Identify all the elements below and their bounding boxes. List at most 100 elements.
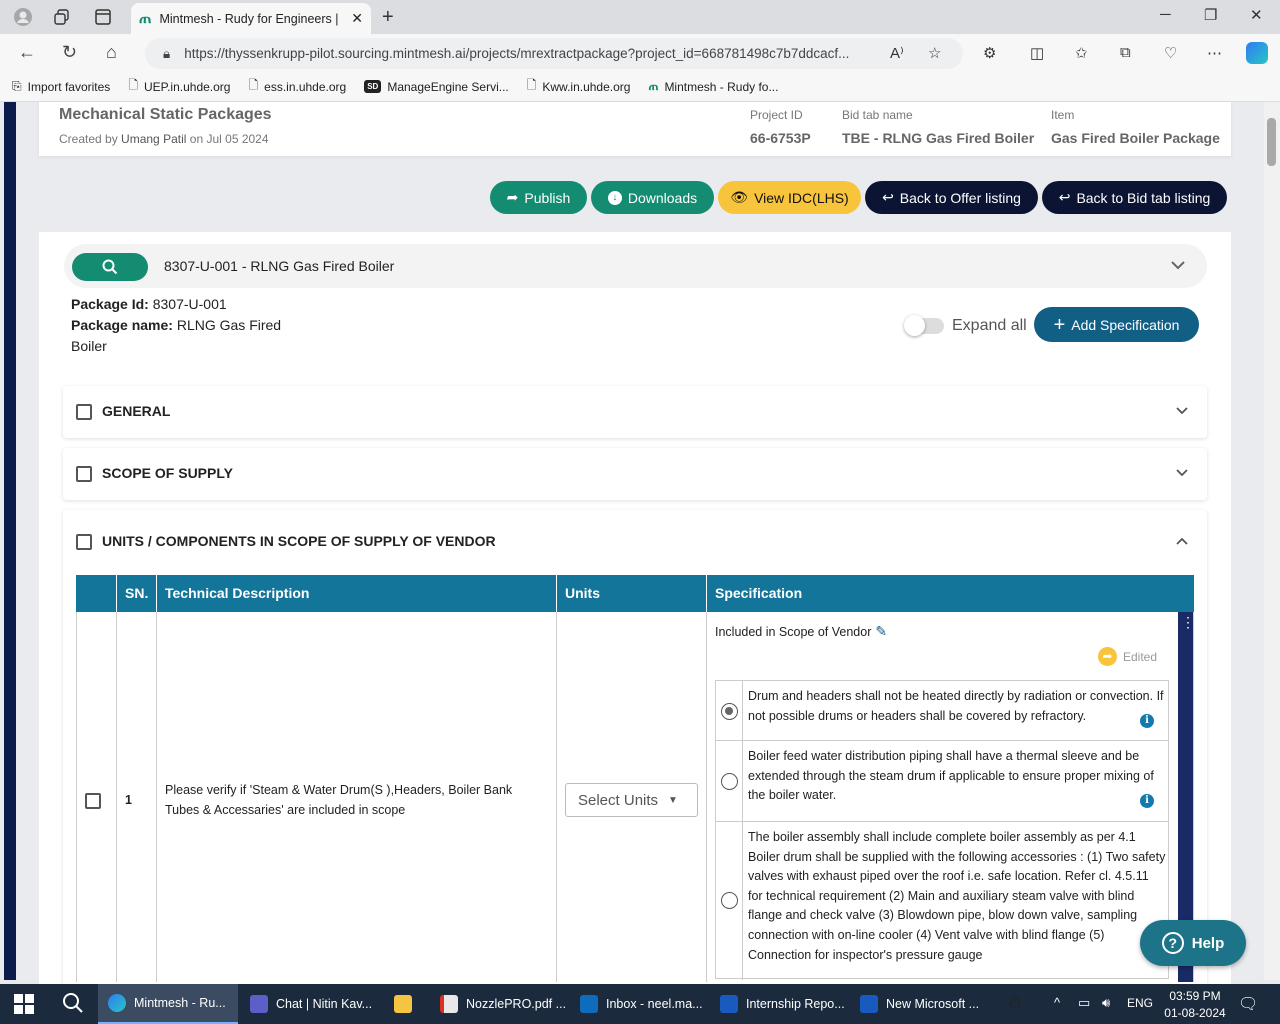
lock-icon[interactable]: 🔒︎ xyxy=(163,46,170,62)
pdf-icon xyxy=(440,995,458,1013)
close-window-icon[interactable]: ✕ xyxy=(1250,6,1263,24)
favorite-manageengine[interactable]: SD ManageEngine Servi... xyxy=(364,80,509,94)
sd-icon: SD xyxy=(364,80,382,93)
language-indicator[interactable]: ENG xyxy=(1127,996,1153,1010)
clock[interactable]: 03:59 PM 01-08-2024 xyxy=(1160,988,1230,1022)
kebab-menu-icon[interactable]: ⋮ xyxy=(1181,615,1195,629)
favorites-icon[interactable]: ✩ xyxy=(1075,44,1088,62)
spec-option-3[interactable]: The boiler assembly shall include comple… xyxy=(715,821,1169,980)
scrollbar-thumb[interactable] xyxy=(1267,118,1276,166)
teams-icon xyxy=(250,995,268,1013)
info-icon[interactable]: i xyxy=(1140,714,1154,728)
minimize-icon[interactable]: ─ xyxy=(1160,6,1171,23)
spec-option-1[interactable]: Drum and headers shall not be heated dir… xyxy=(715,680,1169,742)
split-screen-icon[interactable]: ◫ xyxy=(1030,44,1044,62)
notifications-icon[interactable]: 🗨︎ xyxy=(1238,994,1258,1014)
favorite-ess[interactable]: 🗋 ess.in.uhde.org xyxy=(248,76,346,97)
chevron-down-icon[interactable] xyxy=(1175,466,1189,483)
copilot-icon[interactable] xyxy=(1246,42,1268,64)
divider xyxy=(116,575,117,612)
address-bar[interactable]: 🔒︎ https://thyssenkrupp-pilot.sourcing.m… xyxy=(145,38,963,69)
publish-button[interactable]: ➦ Publish xyxy=(490,181,587,214)
page-icon: 🗋 xyxy=(526,78,537,92)
taskbar-app-edge[interactable]: Mintmesh - Ru... xyxy=(98,984,238,1024)
favorite-uep[interactable]: 🗋 UEP.in.uhde.org xyxy=(128,76,230,97)
chevron-down-icon[interactable] xyxy=(1170,257,1186,276)
section-scope-of-supply[interactable]: SCOPE OF SUPPLY xyxy=(63,448,1207,500)
spec-radio[interactable] xyxy=(721,892,738,909)
extensions-icon[interactable]: ⚙ xyxy=(983,44,996,62)
share-arrow-icon: ➦ xyxy=(506,189,519,205)
edited-badge: ➦ Edited xyxy=(1098,647,1157,666)
help-button[interactable]: ? Help xyxy=(1140,920,1246,966)
units-select[interactable]: Select Units ▼ xyxy=(565,783,698,817)
mintmesh-favicon-icon: ጠ xyxy=(139,10,152,27)
taskbar-app-explorer[interactable] xyxy=(384,984,429,1024)
windows-start-icon[interactable] xyxy=(14,994,34,1017)
outlook-icon xyxy=(580,995,598,1013)
reply-arrow-icon: ↩ xyxy=(882,189,894,205)
row-sn: 1 xyxy=(125,793,132,807)
folder-icon xyxy=(394,995,412,1013)
collections-icon[interactable]: ⧉ xyxy=(1120,44,1131,61)
favorite-mintmesh[interactable]: ጠ Mintmesh - Rudy fo... xyxy=(648,79,778,94)
edit-pencil-icon[interactable]: ✎ xyxy=(875,623,887,640)
refresh-icon[interactable]: ↻ xyxy=(62,42,77,63)
show-hidden-icons-icon[interactable]: ^ xyxy=(1054,995,1060,1010)
view-idc-button[interactable]: 👁︎ View IDC(LHS) xyxy=(718,181,861,214)
taskbar-app-pdf[interactable]: NozzlePRO.pdf ... xyxy=(430,984,570,1024)
selected-package[interactable]: 8307-U-001 - RLNG Gas Fired Boiler xyxy=(164,258,394,274)
info-icon[interactable]: i xyxy=(1140,794,1154,808)
profile-icon[interactable] xyxy=(10,5,36,29)
section-checkbox[interactable] xyxy=(76,534,92,550)
taskbar-app-outlook[interactable]: Inbox - neel.ma... xyxy=(570,984,710,1024)
add-specification-button[interactable]: + Add Specification xyxy=(1034,307,1199,342)
back-to-offer-button[interactable]: ↩ Back to Offer listing xyxy=(865,181,1038,214)
search-button[interactable] xyxy=(72,253,148,281)
tab-actions-icon[interactable] xyxy=(90,5,116,29)
home-icon[interactable]: ⌂ xyxy=(106,42,117,63)
close-tab-icon[interactable]: ✕ xyxy=(351,10,363,27)
row-description: Please verify if 'Steam & Water Drum(S )… xyxy=(165,783,513,817)
section-checkbox[interactable] xyxy=(76,404,92,420)
section-checkbox[interactable] xyxy=(76,466,92,482)
divider xyxy=(156,612,157,982)
read-aloud-icon[interactable]: A⁾ xyxy=(890,44,904,62)
search-icon[interactable] xyxy=(62,992,84,1017)
url-text[interactable]: https://thyssenkrupp-pilot.sourcing.mint… xyxy=(184,46,884,61)
spec-radio[interactable] xyxy=(721,773,738,790)
spec-radio-selected[interactable] xyxy=(721,703,738,720)
word-icon xyxy=(860,995,878,1013)
weather-icon[interactable]: 🔥︎ xyxy=(1008,992,1021,1013)
row-checkbox[interactable] xyxy=(85,793,101,809)
section-general[interactable]: GENERAL xyxy=(63,386,1207,438)
restore-icon[interactable]: ❐ xyxy=(1204,6,1217,24)
back-to-bid-button[interactable]: ↩ Back to Bid tab listing xyxy=(1042,181,1227,214)
chevron-down-icon[interactable] xyxy=(1175,404,1189,421)
word-icon xyxy=(720,995,738,1013)
favorite-kww[interactable]: 🗋 Kww.in.uhde.org xyxy=(527,76,631,97)
column-header-specification: Specification xyxy=(715,585,803,601)
taskbar-app-word-2[interactable]: New Microsoft ... xyxy=(850,984,990,1024)
favorite-star-icon[interactable]: ☆ xyxy=(928,44,941,62)
workspaces-icon[interactable] xyxy=(49,5,75,29)
toggle-knob[interactable] xyxy=(904,315,925,336)
network-icon[interactable]: ▭ xyxy=(1078,995,1090,1011)
item-block: Item Gas Fired Boiler Package xyxy=(1051,108,1220,146)
performance-icon[interactable]: ♡ xyxy=(1164,44,1177,62)
divider xyxy=(706,575,707,612)
more-icon[interactable]: ⋯ xyxy=(1207,44,1222,62)
project-id-block: Project ID 66-6753P xyxy=(750,108,811,146)
downloads-button[interactable]: ↓ Downloads xyxy=(591,181,714,214)
volume-icon[interactable]: 🔊︎ xyxy=(1102,995,1110,1011)
vertical-scrollbar[interactable] xyxy=(1264,102,1280,980)
taskbar-app-word-1[interactable]: Internship Repo... xyxy=(710,984,850,1024)
taskbar-app-teams[interactable]: Chat | Nitin Kav... xyxy=(240,984,380,1024)
chevron-up-icon[interactable] xyxy=(1175,534,1189,551)
favorite-import[interactable]: ⎘ Import favorites xyxy=(12,79,110,94)
new-tab-icon[interactable]: + xyxy=(382,6,394,29)
divider xyxy=(156,575,157,612)
back-arrow-icon[interactable]: ← xyxy=(18,42,36,63)
browser-tab-active[interactable]: ጠ Mintmesh - Rudy for Engineers | ✕ xyxy=(131,3,371,34)
spec-option-2[interactable]: Boiler feed water distribution piping sh… xyxy=(715,740,1169,823)
